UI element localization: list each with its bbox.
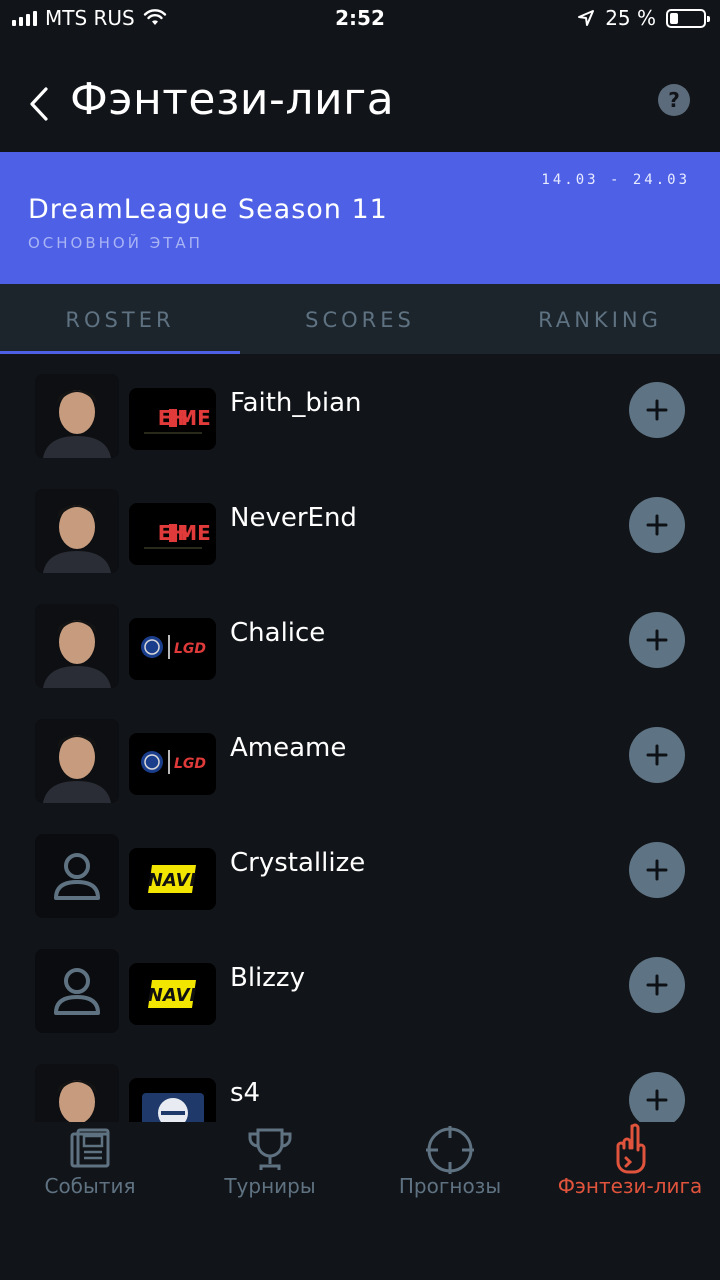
player-name: Faith_bian [230,388,362,418]
nav-item-fantasy[interactable]: Фэнтези-лига [540,1122,720,1280]
bottom-nav: События Турниры Прогнозы Фэнтези-лига [0,1122,720,1280]
chevron-left-icon [30,87,48,121]
team-logo: EHME [129,503,216,565]
nav-label-tournaments: Турниры [224,1174,316,1198]
tab-ranking[interactable]: RANKING [480,284,720,354]
help-button[interactable]: ? [658,84,690,116]
player-row[interactable]: NAVI Crystallize [0,814,720,929]
back-button[interactable] [24,82,54,126]
team-logo: LGD [129,733,216,795]
player-list: EHME Faith_bian EHME NeverEnd LGD Chalice LGD A… [0,354,720,1122]
player-name: s4 [230,1078,261,1108]
plus-icon [646,514,668,536]
player-name: NeverEnd [230,503,357,533]
avatar-placeholder-icon [35,834,119,918]
add-player-button[interactable] [629,842,685,898]
player-row[interactable]: EHME NeverEnd [0,469,720,584]
plus-icon [646,974,668,996]
player-row[interactable]: s4 [0,1044,720,1122]
svg-text:NAVI: NAVI [147,985,196,1006]
news-icon [70,1128,110,1168]
add-player-button[interactable] [629,727,685,783]
player-avatar [35,489,119,573]
svg-text:ME: ME [177,521,211,545]
player-name: Chalice [230,618,326,648]
page-title: Фэнтези-лига [70,74,395,125]
player-row[interactable]: LGD Ameame [0,699,720,814]
nav-label-predictions: Прогнозы [398,1174,502,1198]
battery-icon [666,8,710,28]
hand-icon [616,1123,646,1174]
tab-roster[interactable]: ROSTER [0,284,240,354]
player-avatar [35,719,119,803]
svg-text:LGD: LGD [173,641,205,657]
team-logo: EHME [129,388,216,450]
player-name: Blizzy [230,963,305,993]
team-logo: NAVI [129,963,216,1025]
tournament-stage: ОСНОВНОЙ ЭТАП [28,234,203,252]
location-arrow-icon [578,10,595,26]
add-player-button[interactable] [629,382,685,438]
add-player-button[interactable] [629,497,685,553]
nav-item-tournaments[interactable]: Турниры [180,1122,360,1280]
add-player-button[interactable] [629,612,685,668]
player-name: Ameame [230,733,347,763]
plus-icon [646,744,668,766]
avatar-placeholder-icon [35,949,119,1033]
team-logo [129,1078,216,1122]
plus-icon [646,1089,668,1111]
nav-label-events: События [44,1174,136,1198]
tab-bar: ROSTER SCORES RANKING [0,284,720,354]
nav-item-events[interactable]: События [0,1122,180,1280]
crosshair-icon [426,1126,474,1174]
tournament-banner: 14.03 - 24.03 DreamLeague Season 11 ОСНО… [0,152,720,284]
plus-icon [646,399,668,421]
team-logo: NAVI [129,848,216,910]
player-avatar [35,1064,119,1122]
player-name: Crystallize [230,848,366,878]
svg-text:ME: ME [177,406,211,430]
svg-text:LGD: LGD [173,756,205,772]
nav-label-fantasy: Фэнтези-лига [557,1174,703,1198]
trophy-icon [248,1128,292,1170]
battery-percent: 25 % [605,6,656,30]
plus-icon [646,859,668,881]
add-player-button[interactable] [629,1072,685,1122]
header: Фэнтези-лига ? [0,56,720,152]
tab-scores[interactable]: SCORES [240,284,480,354]
player-avatar [35,374,119,458]
team-logo: LGD [129,618,216,680]
player-row[interactable]: LGD Chalice [0,584,720,699]
player-row[interactable]: NAVI Blizzy [0,929,720,1044]
player-row[interactable]: EHME Faith_bian [0,354,720,469]
status-right: 25 % [577,6,710,30]
nav-item-predictions[interactable]: Прогнозы [360,1122,540,1280]
svg-text:NAVI: NAVI [147,870,196,891]
plus-icon [646,629,668,651]
tournament-name: DreamLeague Season 11 [28,194,388,225]
add-player-button[interactable] [629,957,685,1013]
player-avatar [35,604,119,688]
tournament-dates: 14.03 - 24.03 [541,172,690,188]
status-bar: MTS RUS 2:52 25 % [0,0,720,38]
